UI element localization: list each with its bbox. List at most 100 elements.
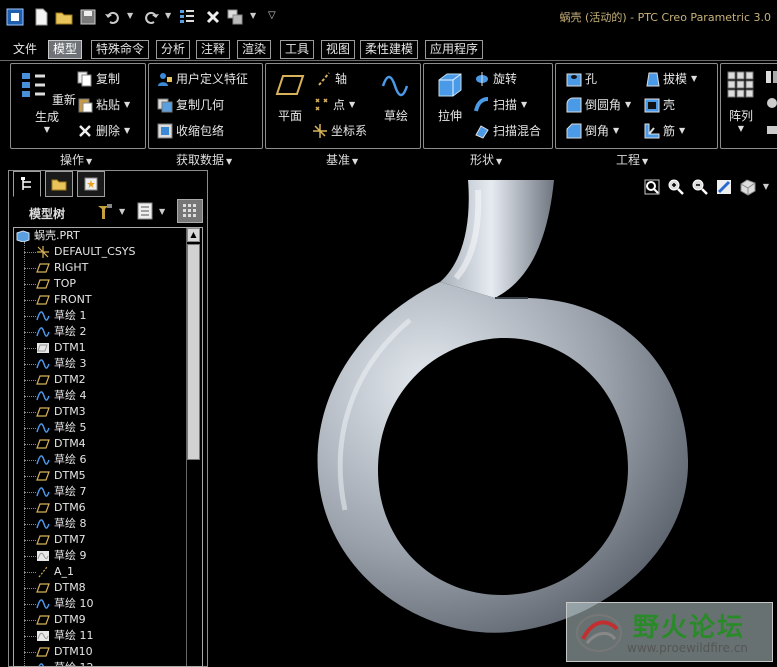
tree-item[interactable]: 草绘 6 xyxy=(14,452,184,468)
tree-item[interactable]: DTM6 xyxy=(14,500,184,516)
redo-dropdown-icon[interactable]: ▼ xyxy=(165,11,171,20)
pattern-dropdown-icon[interactable]: ▼ xyxy=(723,124,759,133)
delete-button[interactable]: 删除 ▼ xyxy=(77,122,130,139)
tree-root-item[interactable]: 蜗壳.PRT xyxy=(14,228,184,244)
draft-dropdown-icon[interactable]: ▼ xyxy=(691,74,697,83)
save-icon[interactable] xyxy=(79,8,97,26)
tree-item[interactable]: DTM10 xyxy=(14,644,184,660)
regenerate-dropdown-icon[interactable]: ▼ xyxy=(17,125,77,134)
tab-special-commands[interactable]: 特殊命令 xyxy=(91,40,150,59)
tree-item[interactable]: DTM5 xyxy=(14,468,184,484)
axis-button[interactable]: 轴 xyxy=(316,70,347,87)
scroll-up-arrow[interactable]: ▲ xyxy=(187,228,200,242)
round-button[interactable]: 倒圆角 ▼ xyxy=(566,96,631,113)
tree-item[interactable]: 草绘 9 xyxy=(14,548,184,564)
tab-tools[interactable]: 工具 xyxy=(280,40,315,59)
tab-flexible-modeling[interactable]: 柔性建模 xyxy=(360,40,419,59)
app-icon[interactable] xyxy=(6,8,24,26)
paste-button[interactable]: 粘贴 ▼ xyxy=(77,96,130,113)
new-file-icon[interactable] xyxy=(32,8,50,26)
revolve-button[interactable]: 旋转 xyxy=(474,70,517,87)
tab-favorites[interactable] xyxy=(77,171,105,197)
tree-show-toggle[interactable] xyxy=(177,199,203,223)
model-tree[interactable]: 蜗壳.PRT DEFAULT_CSYS RIGHT TOP FRONT 草绘 1 草绘 2 D… xyxy=(13,227,203,667)
tree-item[interactable]: 草绘 4 xyxy=(14,388,184,404)
tree-filter-dropdown-icon[interactable]: ▼ xyxy=(159,207,165,216)
point-dropdown-icon[interactable]: ▼ xyxy=(349,100,355,109)
tree-item[interactable]: DTM2 xyxy=(14,372,184,388)
plane-button[interactable]: 平面 xyxy=(272,70,308,124)
sweep-button[interactable]: 扫描 ▼ xyxy=(474,96,527,113)
tree-item[interactable]: DTM3 xyxy=(14,404,184,420)
extrude-button[interactable]: 拉伸 xyxy=(428,70,472,124)
close-window-icon[interactable] xyxy=(204,8,222,26)
sweep-dropdown-icon[interactable]: ▼ xyxy=(521,100,527,109)
undo-dropdown-icon[interactable]: ▼ xyxy=(127,11,133,20)
rib-dropdown-icon[interactable]: ▼ xyxy=(679,126,685,135)
get-data-group-title[interactable]: 获取数据 ▼ xyxy=(176,151,232,168)
tree-item[interactable]: 草绘 1 xyxy=(14,308,184,324)
tree-item[interactable]: 草绘 8 xyxy=(14,516,184,532)
tree-item[interactable]: 草绘 5 xyxy=(14,420,184,436)
draft-button[interactable]: 拔模 ▼ xyxy=(644,70,697,87)
tree-item[interactable]: DTM1 xyxy=(14,340,184,356)
tree-settings-dropdown-icon[interactable]: ▼ xyxy=(119,207,125,216)
paste-dropdown-icon[interactable]: ▼ xyxy=(124,100,130,109)
customize-toolbar-icon[interactable]: ▽ xyxy=(268,10,276,21)
tree-item[interactable]: DTM9 xyxy=(14,612,184,628)
point-button[interactable]: 点 ▼ xyxy=(314,96,355,113)
rib-button[interactable]: 筋 ▼ xyxy=(644,122,685,139)
shapes-group-title[interactable]: 形状 ▼ xyxy=(470,151,502,168)
open-folder-icon[interactable] xyxy=(55,8,73,26)
hole-button[interactable]: 孔 xyxy=(566,70,597,87)
regenerate-button[interactable]: 重新生成 ▼ xyxy=(17,70,77,134)
copy-button[interactable]: 复制 xyxy=(77,70,120,87)
shell-button[interactable]: 壳 xyxy=(644,96,675,113)
scroll-thumb[interactable] xyxy=(187,244,200,460)
tree-item[interactable]: TOP xyxy=(14,276,184,292)
graphics-window[interactable]: ▼ xyxy=(210,170,777,667)
tree-item[interactable]: DTM7 xyxy=(14,532,184,548)
udf-button[interactable]: 用户定义特征 xyxy=(157,70,248,87)
swept-blend-button[interactable]: 扫描混合 xyxy=(474,122,541,139)
engineering-group-title[interactable]: 工程 ▼ xyxy=(616,151,648,168)
tree-item[interactable]: DTM4 xyxy=(14,436,184,452)
tree-item[interactable]: FRONT xyxy=(14,292,184,308)
tree-item[interactable]: 草绘 2 xyxy=(14,324,184,340)
regenerate-icon[interactable] xyxy=(178,8,196,26)
tree-item[interactable]: 草绘 12 xyxy=(14,660,184,666)
merge-icon[interactable] xyxy=(765,96,777,110)
windows-dropdown-icon[interactable]: ▼ xyxy=(250,11,256,20)
chamfer-button[interactable]: 倒角 ▼ xyxy=(566,122,619,139)
tree-item[interactable]: A_1 xyxy=(14,564,184,580)
chamfer-dropdown-icon[interactable]: ▼ xyxy=(613,126,619,135)
undo-icon[interactable] xyxy=(104,8,122,26)
tab-applications[interactable]: 应用程序 xyxy=(425,40,484,59)
tab-view[interactable]: 视图 xyxy=(321,40,356,59)
mirror-icon[interactable] xyxy=(765,70,777,84)
csys-button[interactable]: 坐标系 xyxy=(312,122,367,139)
datum-group-title[interactable]: 基准 ▼ xyxy=(326,151,358,168)
sketch-button[interactable]: 草绘 xyxy=(378,70,414,124)
tree-settings-icon[interactable] xyxy=(95,201,115,221)
tab-folder-browser[interactable] xyxy=(45,171,73,197)
copy-geometry-button[interactable]: 复制几何 xyxy=(157,96,224,113)
tree-item[interactable]: RIGHT xyxy=(14,260,184,276)
tab-annotate[interactable]: 注释 xyxy=(196,40,231,59)
trim-icon[interactable] xyxy=(765,122,777,136)
tab-analysis[interactable]: 分析 xyxy=(156,40,191,59)
tree-item[interactable]: 草绘 11 xyxy=(14,628,184,644)
tab-model-tree[interactable] xyxy=(13,171,41,197)
tab-file[interactable]: 文件 xyxy=(8,40,43,59)
redo-icon[interactable] xyxy=(142,8,160,26)
tree-item[interactable]: DTM8 xyxy=(14,580,184,596)
shrinkwrap-button[interactable]: 收缩包络 xyxy=(157,122,224,139)
tree-item[interactable]: 草绘 10 xyxy=(14,596,184,612)
tree-item[interactable]: 草绘 3 xyxy=(14,356,184,372)
round-dropdown-icon[interactable]: ▼ xyxy=(625,100,631,109)
operations-group-title[interactable]: 操作 ▼ xyxy=(60,151,92,168)
tab-render[interactable]: 渲染 xyxy=(237,40,272,59)
tab-model[interactable]: 模型 xyxy=(48,40,83,59)
tree-filter-icon[interactable] xyxy=(135,201,155,221)
windows-icon[interactable] xyxy=(226,8,244,26)
